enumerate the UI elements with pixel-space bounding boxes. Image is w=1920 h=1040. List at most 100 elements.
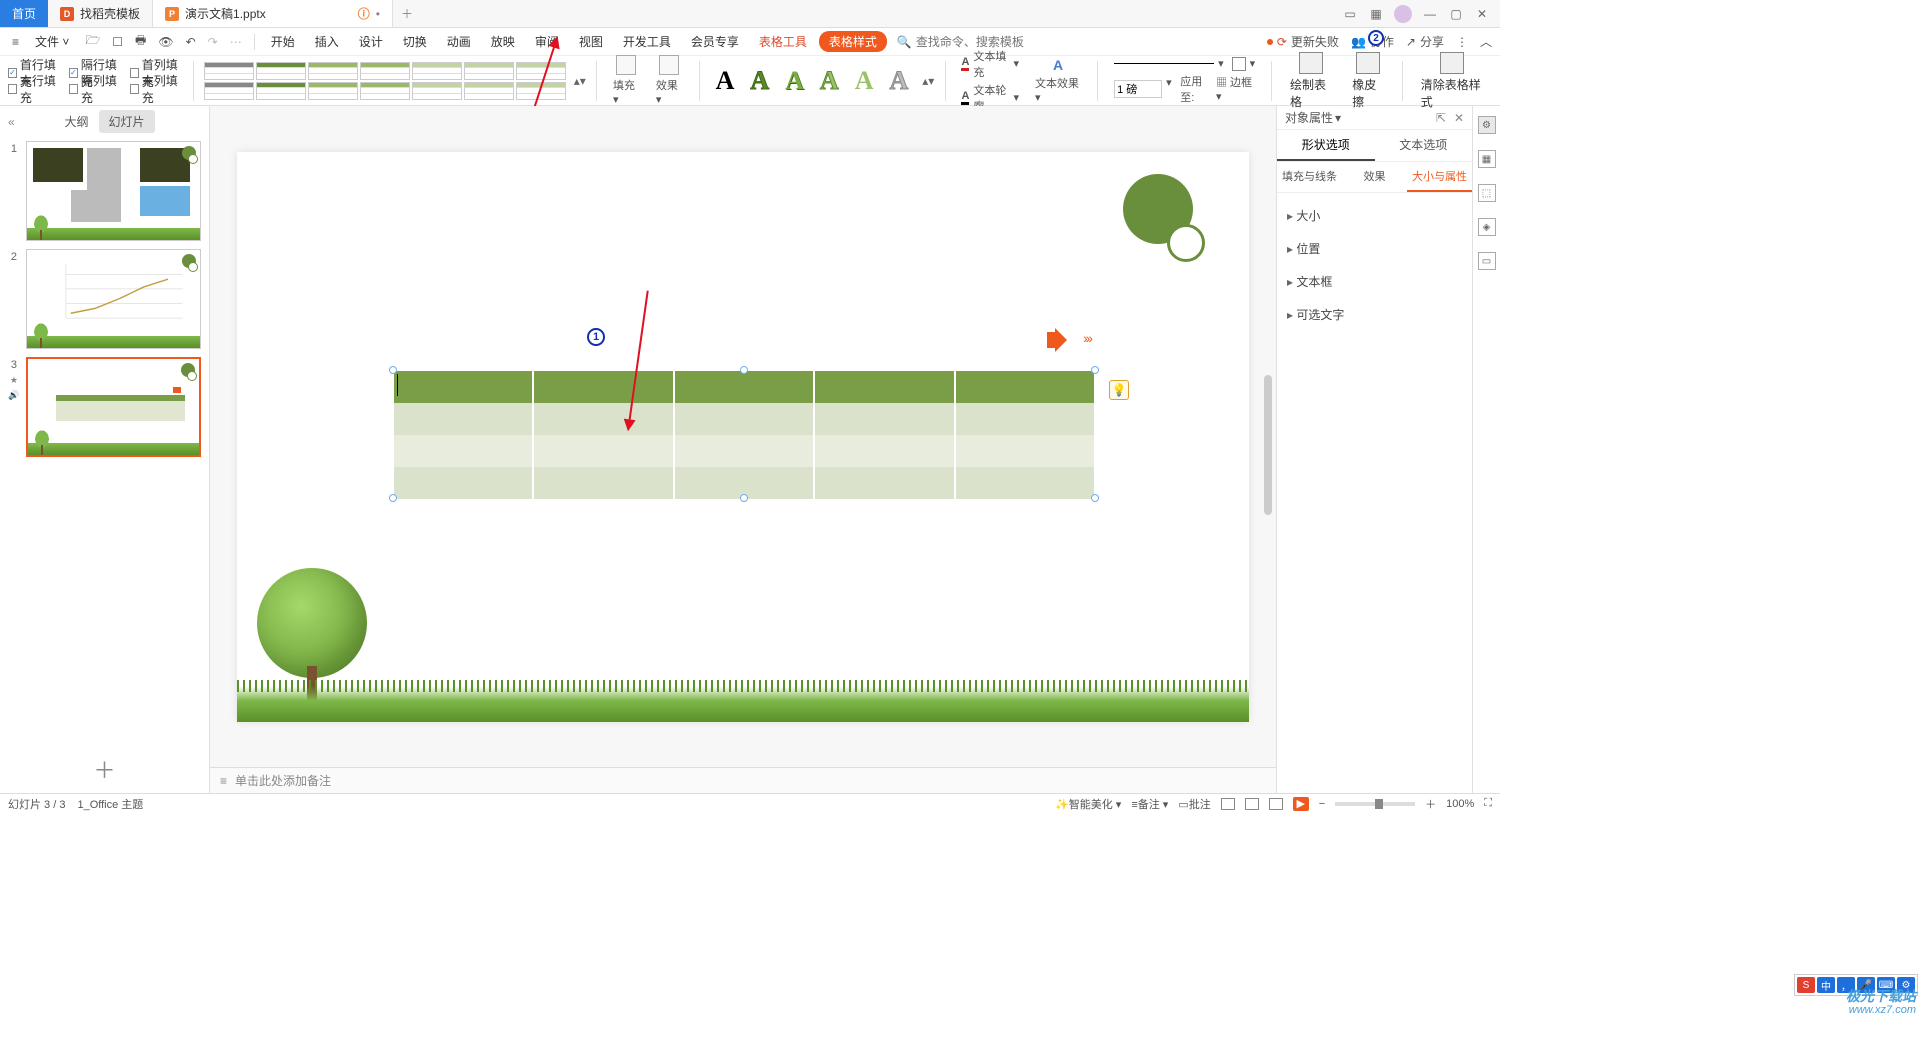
smart-tip-icon[interactable]: 💡 <box>1109 380 1129 400</box>
m-transition[interactable]: 切换 <box>395 29 435 54</box>
wordart-a6[interactable]: A <box>883 66 914 96</box>
cb-last-row[interactable]: 末行填充 <box>8 81 61 97</box>
save-icon[interactable]: ☐ <box>108 33 127 51</box>
view-reading-icon[interactable] <box>1269 798 1283 810</box>
clear-style-button[interactable]: 清除表格样式 <box>1413 52 1492 110</box>
wordart-a3[interactable]: A <box>779 66 810 96</box>
sec-textbox[interactable]: 文本框 <box>1277 265 1472 298</box>
wordart-more[interactable]: ▴▾ <box>922 74 934 88</box>
cb-banded-col[interactable]: 隔列填充 <box>69 81 122 97</box>
collapse-ribbon[interactable]: ︿ <box>1480 33 1492 50</box>
zoom-in[interactable]: ＋ <box>1425 796 1436 812</box>
strip-marker-icon[interactable]: ◈ <box>1478 218 1496 236</box>
handle-bm[interactable] <box>740 494 748 502</box>
slide[interactable]: ››› 💡 1 <box>237 152 1249 722</box>
apps-icon[interactable]: ▦ <box>1368 7 1384 21</box>
border-button[interactable]: ▦ 边框 ▾ <box>1216 74 1255 103</box>
table-style-gallery[interactable] <box>204 62 566 100</box>
m-member[interactable]: 会员专享 <box>683 29 747 54</box>
m-table-style[interactable]: 表格样式 <box>819 31 887 52</box>
file-menu[interactable]: 文件 ˅ <box>27 29 77 54</box>
view-sorter-icon[interactable] <box>1245 798 1259 810</box>
wordart-a2[interactable]: A <box>744 66 775 96</box>
status-beautify[interactable]: ✨智能美化 ▾ <box>1055 796 1121 812</box>
handle-tl[interactable] <box>389 366 397 374</box>
line-style[interactable]: ▾ ▾ <box>1114 57 1255 71</box>
prop-sub-size[interactable]: 大小与属性 <box>1407 162 1472 192</box>
close-icon[interactable]: ✕ <box>1474 7 1490 21</box>
zoom-slider[interactable] <box>1335 802 1415 806</box>
thumb-2[interactable] <box>26 249 201 349</box>
thumb-1[interactable] <box>26 141 201 241</box>
wordart-a1[interactable]: A <box>710 66 741 96</box>
view-normal-icon[interactable] <box>1221 798 1235 810</box>
sec-alt[interactable]: 可选文字 <box>1277 298 1472 331</box>
prop-tab-shape[interactable]: 形状选项 <box>1277 130 1375 161</box>
zoom-value[interactable]: 100% <box>1446 798 1474 810</box>
add-slide-button[interactable]: ＋ <box>0 745 209 793</box>
text-fill-button[interactable]: A 文本填充 ▾ <box>961 48 1019 80</box>
strip-gallery-icon[interactable]: ▦ <box>1478 150 1496 168</box>
zoom-out[interactable]: − <box>1319 798 1325 810</box>
m-view[interactable]: 视图 <box>571 29 611 54</box>
cb-last-col[interactable]: 末列填充 <box>130 81 183 97</box>
wordart-a4[interactable]: A <box>814 66 845 96</box>
fit-icon[interactable]: ⛶ <box>1484 797 1492 810</box>
notes-bar[interactable]: ≡ 单击此处添加备注 <box>210 767 1276 793</box>
layout-icon[interactable]: ▭ <box>1342 7 1358 21</box>
preview-icon[interactable]: 👁 <box>154 33 177 51</box>
tab-template[interactable]: D 找稻壳模板 <box>48 0 153 27</box>
draw-table-button[interactable]: 绘制表格 <box>1282 52 1340 110</box>
line-weight[interactable] <box>1114 80 1162 98</box>
status-backup[interactable]: ≡备注 ▾ <box>1131 796 1168 812</box>
prop-sub-effect[interactable]: 效果 <box>1342 162 1407 192</box>
m-dev[interactable]: 开发工具 <box>615 29 679 54</box>
m-start[interactable]: 开始 <box>263 29 303 54</box>
style-gallery-more[interactable]: ▴▾ <box>574 74 586 88</box>
ime-zh-icon[interactable]: 中 <box>1817 977 1835 993</box>
strip-present-icon[interactable]: ▭ <box>1478 252 1496 270</box>
menu-icon[interactable]: ≡ <box>8 33 23 51</box>
open-icon[interactable]: 🗁 <box>81 29 104 54</box>
strip-settings-icon[interactable]: ⚙ <box>1478 116 1496 134</box>
more-qat-icon[interactable]: ⋯ <box>226 33 246 51</box>
handle-bl[interactable] <box>389 494 397 502</box>
tab-home[interactable]: 首页 <box>0 0 48 27</box>
handle-br[interactable] <box>1091 494 1099 502</box>
share-button[interactable]: ↗ 分享 <box>1406 33 1444 50</box>
prop-sub-fill[interactable]: 填充与线条 <box>1277 162 1342 192</box>
prop-close-icon[interactable]: ✕ <box>1454 111 1464 125</box>
eraser-button[interactable]: 橡皮擦 <box>1344 52 1392 110</box>
sec-size[interactable]: 大小 <box>1277 199 1472 232</box>
update-fail[interactable]: ⟳更新失败 <box>1267 33 1339 50</box>
tab-document[interactable]: P 演示文稿1.pptx ⓘ • <box>153 0 393 27</box>
prop-pin-icon[interactable]: ⇱ <box>1436 111 1446 125</box>
scrollbar-v[interactable] <box>1264 116 1274 763</box>
status-comment[interactable]: ▭批注 <box>1178 796 1210 812</box>
thumb-3[interactable] <box>26 357 201 457</box>
fill-button[interactable]: 填充 ▾ <box>607 55 646 106</box>
redo-icon[interactable]: ↷ <box>204 33 222 51</box>
wordart-a5[interactable]: A <box>849 66 880 96</box>
m-insert[interactable]: 插入 <box>307 29 347 54</box>
sound-icon[interactable] <box>1047 328 1079 352</box>
coop-button[interactable]: 👥 协作 <box>1351 33 1394 50</box>
effect-button[interactable]: 效果 ▾ <box>650 55 689 106</box>
m-design[interactable]: 设计 <box>351 29 391 54</box>
search-icon[interactable]: 🔍 <box>897 35 912 49</box>
m-show[interactable]: 放映 <box>483 29 523 54</box>
print-icon[interactable]: 🖶 <box>131 29 150 54</box>
ime-logo-icon[interactable]: S <box>1797 977 1815 993</box>
slide-table[interactable] <box>393 370 1095 500</box>
maximize-icon[interactable]: ▢ <box>1448 7 1464 21</box>
minimize-icon[interactable]: — <box>1422 7 1438 21</box>
m-animation[interactable]: 动画 <box>439 29 479 54</box>
text-effect-button[interactable]: A文本效果 ▾ <box>1029 57 1087 104</box>
tab-outline[interactable]: 大纲 <box>54 110 98 133</box>
prop-tab-text[interactable]: 文本选项 <box>1375 130 1473 161</box>
strip-select-icon[interactable]: ⬚ <box>1478 184 1496 202</box>
handle-tm[interactable] <box>740 366 748 374</box>
search-input[interactable] <box>916 35 1036 49</box>
sec-pos[interactable]: 位置 <box>1277 232 1472 265</box>
tab-slides[interactable]: 幻灯片 <box>99 110 155 133</box>
